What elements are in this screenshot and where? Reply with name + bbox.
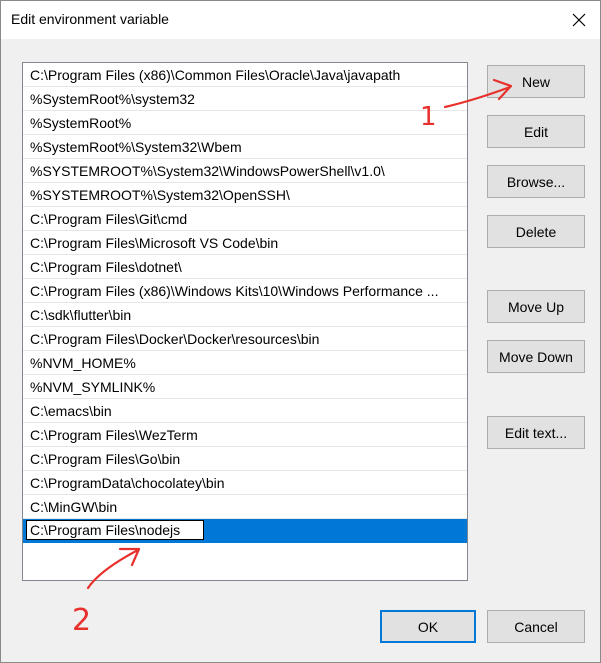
list-item[interactable]: C:\Program Files\WezTerm <box>23 423 467 447</box>
list-item[interactable]: C:\sdk\flutter\bin <box>23 303 467 327</box>
list-item[interactable]: C:\Program Files\Microsoft VS Code\bin <box>23 231 467 255</box>
list-item-editing[interactable]: C:\Program Files\nodejs <box>23 519 467 543</box>
list-item[interactable]: C:\Program Files\dotnet\ <box>23 255 467 279</box>
close-icon <box>572 13 586 27</box>
path-edit-input[interactable]: C:\Program Files\nodejs <box>26 520 204 540</box>
list-item[interactable]: C:\Program Files (x86)\Common Files\Orac… <box>23 63 467 87</box>
edit-text-button[interactable]: Edit text... <box>487 416 585 449</box>
close-button[interactable] <box>564 7 594 33</box>
path-list[interactable]: C:\Program Files (x86)\Common Files\Orac… <box>22 62 468 581</box>
move-down-button[interactable]: Move Down <box>487 340 585 373</box>
move-up-button[interactable]: Move Up <box>487 290 585 323</box>
list-item[interactable]: C:\Program Files\Go\bin <box>23 447 467 471</box>
list-item[interactable]: %NVM_SYMLINK% <box>23 375 467 399</box>
list-item[interactable]: %SystemRoot%\system32 <box>23 87 467 111</box>
new-button[interactable]: New <box>487 65 585 98</box>
list-item[interactable]: C:\Program Files\Docker\Docker\resources… <box>23 327 467 351</box>
ok-button[interactable]: OK <box>380 610 476 643</box>
list-item[interactable]: %SystemRoot% <box>23 111 467 135</box>
cancel-button[interactable]: Cancel <box>487 610 585 643</box>
delete-button[interactable]: Delete <box>487 215 585 248</box>
list-item[interactable]: C:\ProgramData\chocolatey\bin <box>23 471 467 495</box>
list-item[interactable]: %SYSTEMROOT%\System32\WindowsPowerShell\… <box>23 159 467 183</box>
list-item[interactable]: %SYSTEMROOT%\System32\OpenSSH\ <box>23 183 467 207</box>
list-item[interactable]: C:\Program Files (x86)\Windows Kits\10\W… <box>23 279 467 303</box>
list-item[interactable]: C:\emacs\bin <box>23 399 467 423</box>
list-item[interactable]: C:\Program Files\Git\cmd <box>23 207 467 231</box>
window-title: Edit environment variable <box>11 11 169 27</box>
list-item[interactable]: %NVM_HOME% <box>23 351 467 375</box>
list-item[interactable]: C:\MinGW\bin <box>23 495 467 519</box>
edit-button[interactable]: Edit <box>487 115 585 148</box>
edit-env-variable-dialog: Edit environment variable C:\Program Fil… <box>0 0 601 663</box>
list-item[interactable]: %SystemRoot%\System32\Wbem <box>23 135 467 159</box>
title-bar: Edit environment variable <box>1 1 600 39</box>
browse-button[interactable]: Browse... <box>487 165 585 198</box>
